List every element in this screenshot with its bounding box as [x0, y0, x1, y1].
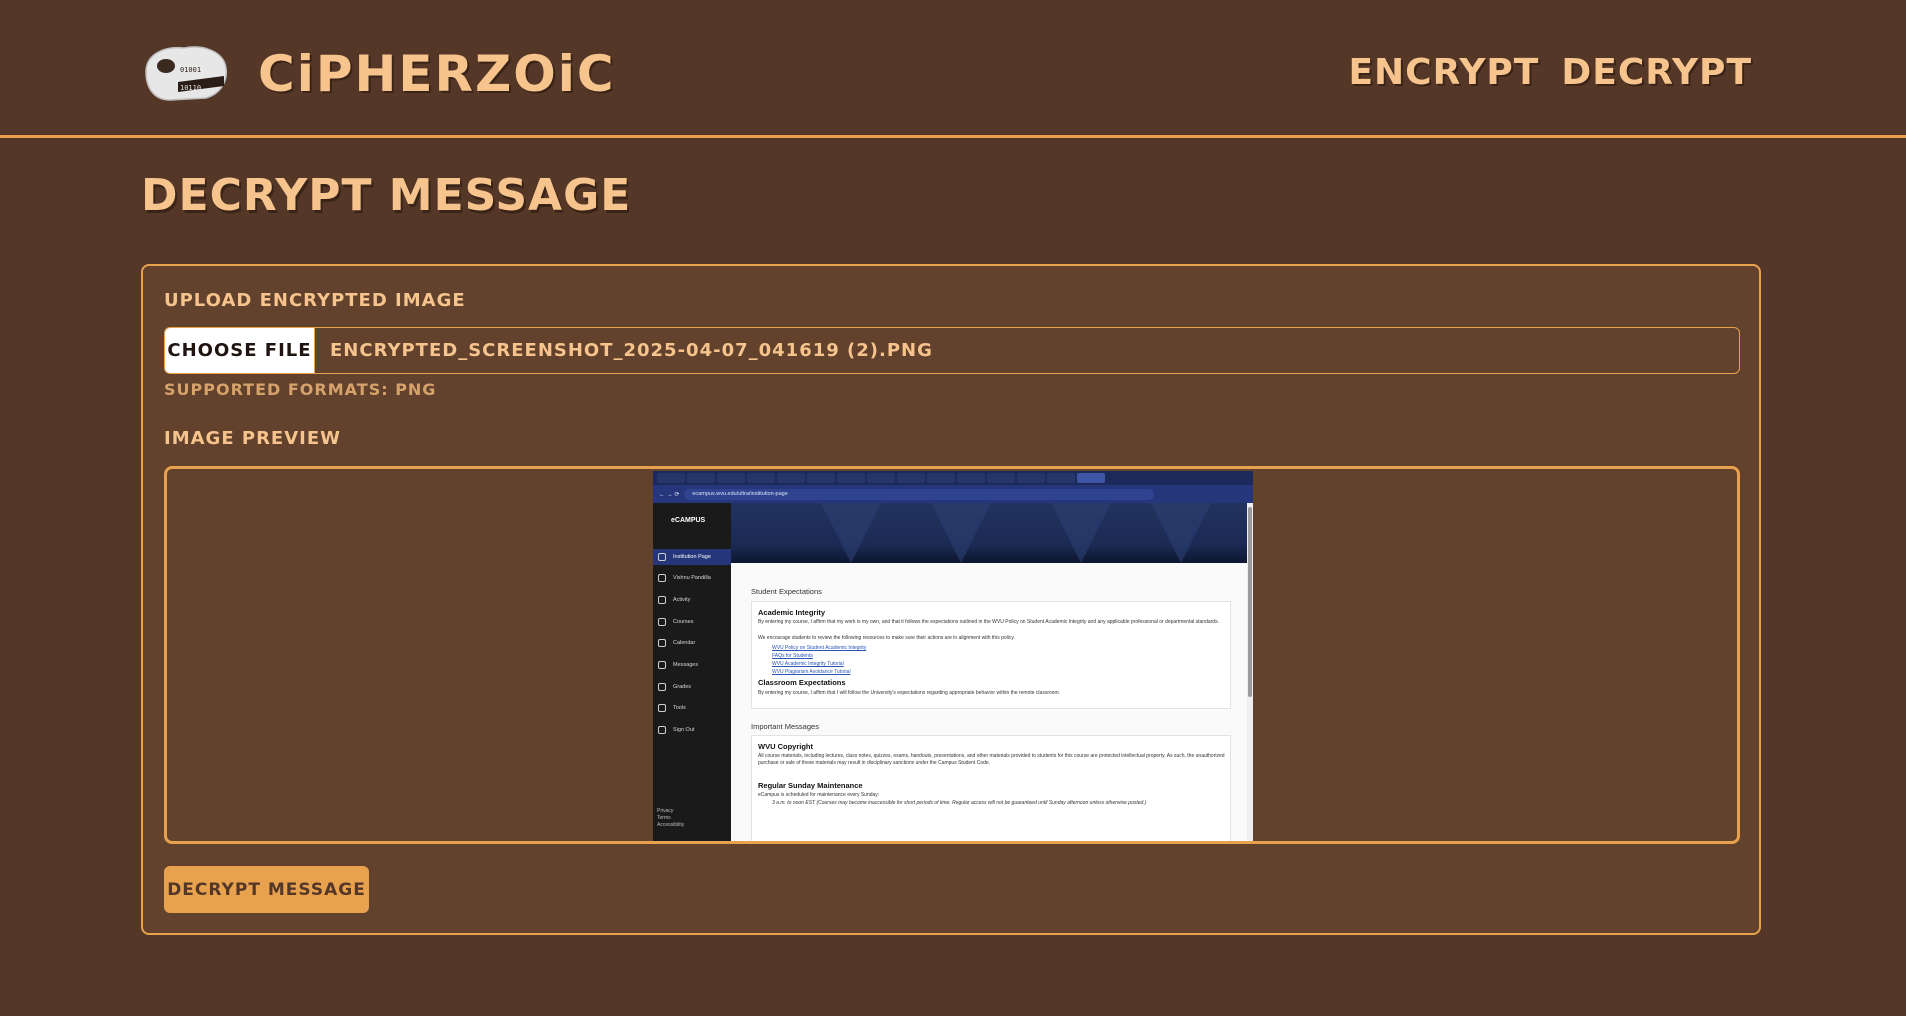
ecampus-sidebar: eCAMPUS Institution Page Vishnu Pandilla… [653, 503, 731, 841]
box-text: eCampus is scheduled for maintenance eve… [758, 792, 880, 798]
policy-link: WVU Policy on Student Academic Integrity [772, 645, 867, 651]
side-item: Messages [653, 657, 731, 673]
side-footer-link: Privacy [657, 808, 674, 814]
section-title: Important Messages [751, 722, 819, 731]
box-heading: WVU Copyright [758, 742, 813, 751]
side-item: Institution Page [653, 549, 731, 565]
side-item: Calendar [653, 635, 731, 651]
ecampus-content: Student Expectations Academic Integrity … [731, 563, 1249, 841]
nav-encrypt-link[interactable]: ENCRYPT [1348, 52, 1539, 93]
preview-label: iMAGE PREViEW [164, 428, 342, 449]
brand-logo[interactable]: 01001 10110 CiPHERZOiC [140, 42, 616, 106]
ecampus-banner [731, 503, 1249, 563]
side-item: Courses [653, 614, 731, 630]
box-text: By entering my course, I affirm that I w… [758, 690, 1061, 696]
svg-text:10110: 10110 [180, 84, 201, 92]
upload-label: UPLOAD ENCRYPTED iMAGE [164, 290, 466, 311]
decrypt-card: UPLOAD ENCRYPTED iMAGE CHOOSE FiLE ENCRY… [141, 264, 1761, 935]
box-heading: Regular Sunday Maintenance [758, 781, 863, 790]
box-text: All course materials, including lectures… [758, 753, 1225, 766]
side-item: Vishnu Pandilla [653, 570, 731, 586]
file-input[interactable]: CHOOSE FiLE ENCRYPTED_SCREENSHOT_2025-04… [164, 327, 1740, 374]
choose-file-button[interactable]: CHOOSE FiLE [165, 328, 315, 373]
ecampus-logo: eCAMPUS [671, 517, 706, 524]
preview-screenshot: ← → ⟳ ecampus.wvu.edu/ultra/institution-… [653, 471, 1253, 841]
side-footer-link: Accessibility [657, 822, 685, 828]
side-item: Activity [653, 592, 731, 608]
browser-tabbar [653, 471, 1253, 485]
box-text: By entering my course, I affirm that my … [758, 619, 1219, 625]
expectations-box: Academic Integrity By entering my course… [751, 601, 1231, 709]
browser-urlbar: ← → ⟳ ecampus.wvu.edu/ultra/institution-… [653, 485, 1253, 503]
side-item: Sign Out [653, 722, 731, 738]
box-heading: Classroom Expectations [758, 678, 846, 687]
policy-link: WVU Plagiarism Avoidance Tutorial [772, 669, 851, 675]
site-header: 01001 10110 CiPHERZOiC ENCRYPT DECRYPT [0, 0, 1906, 138]
side-item: Grades [653, 679, 731, 695]
page-title: DECRYPT MESSAGE [141, 170, 632, 221]
selected-file-name: ENCRYPTED_SCREENSHOT_2025-04-07_041619 (… [330, 340, 933, 361]
side-item: Tools [653, 700, 731, 716]
dino-skull-icon: 01001 10110 [145, 46, 228, 101]
brand-name: CiPHERZOiC [258, 45, 616, 103]
image-preview: ← → ⟳ ecampus.wvu.edu/ultra/institution-… [164, 466, 1740, 844]
browser-url: ecampus.wvu.edu/ultra/institution-page [684, 488, 1155, 500]
section-title: Student Expectations [751, 587, 822, 596]
supported-formats-hint: SUPPORTED FORMATS: PNG [164, 380, 437, 399]
svg-text:01001: 01001 [180, 66, 201, 74]
policy-link: FAQs for Students [772, 653, 813, 659]
box-text: 3 a.m. to noon EST (Courses may become i… [772, 800, 1147, 806]
main-nav: ENCRYPT DECRYPT [1348, 52, 1752, 93]
messages-box: WVU Copyright All course materials, incl… [751, 735, 1231, 841]
policy-link: WVU Academic Integrity Tutorial [772, 661, 844, 667]
nav-decrypt-link[interactable]: DECRYPT [1561, 52, 1752, 93]
side-footer-link: Terms [657, 815, 671, 821]
decrypt-message-button[interactable]: DECRYPT MESSAGE [164, 866, 369, 913]
box-text: We encourage students to review the foll… [758, 635, 1015, 641]
box-heading: Academic Integrity [758, 608, 826, 617]
preview-scrollbar [1247, 503, 1253, 841]
